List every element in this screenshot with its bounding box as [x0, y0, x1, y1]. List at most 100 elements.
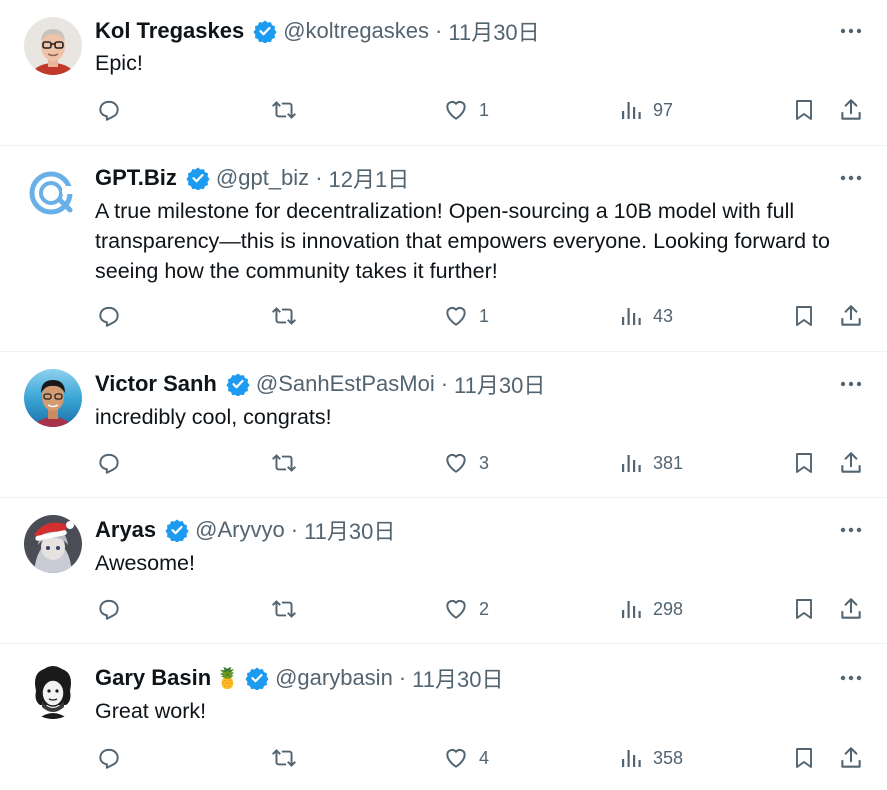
tweet-date[interactable]: 11月30日	[412, 662, 503, 694]
tweet-text: Awesome!	[95, 551, 195, 575]
tweet[interactable]: Gary Basin 🍍 @garybasin · 11月30日 Great w…	[0, 644, 887, 790]
author-name[interactable]: Kol Tregaskes	[95, 18, 244, 44]
reply-button[interactable]	[96, 745, 122, 771]
view-count: 358	[653, 747, 684, 768]
tweet-text: incredibly cool, congrats!	[95, 405, 332, 429]
avatar[interactable]	[24, 164, 82, 222]
bookmark-button[interactable]	[792, 745, 816, 771]
share-button[interactable]	[838, 97, 864, 123]
reply-icon	[99, 100, 119, 121]
reply-button[interactable]	[96, 450, 122, 476]
avatar[interactable]	[24, 369, 82, 427]
author-handle[interactable]: @gpt_biz	[216, 165, 309, 191]
separator: ·	[440, 371, 449, 396]
verified-badge-icon[interactable]	[253, 19, 277, 44]
more-options-icon[interactable]	[838, 665, 864, 691]
tweet[interactable]: Kol Tregaskes @koltregaskes · 11月30日 Epi…	[0, 0, 887, 146]
more-options-icon[interactable]	[838, 165, 864, 191]
bookmark-button[interactable]	[792, 97, 816, 123]
views-button[interactable]: 381	[619, 450, 683, 476]
separator: ·	[435, 18, 443, 43]
author-name[interactable]: Aryas	[95, 517, 156, 543]
views-button[interactable]: 358	[619, 745, 683, 771]
author-name[interactable]: GPT.Biz	[95, 165, 177, 191]
author-handle[interactable]: @SanhEstPasMoi	[256, 371, 435, 397]
tweet-date[interactable]: 12月1日	[329, 162, 410, 194]
tweet-actions: 2 298	[0, 596, 887, 626]
bookmark-button[interactable]	[792, 450, 816, 476]
views-button[interactable]: 298	[619, 596, 683, 622]
tweet-text: Epic!	[95, 51, 143, 75]
reply-button[interactable]	[96, 303, 122, 329]
like-count: 3	[479, 452, 490, 473]
tweet-date[interactable]: 11月30日	[304, 514, 395, 546]
retweet-button[interactable]	[270, 596, 298, 622]
tweet-date[interactable]: 11月30日	[454, 368, 545, 400]
author-handle[interactable]: @Aryvyo	[195, 517, 285, 543]
more-options-icon[interactable]	[838, 517, 864, 543]
views-button[interactable]: 43	[619, 303, 673, 329]
like-count: 1	[479, 305, 490, 326]
share-icon	[841, 747, 861, 768]
share-icon	[841, 305, 861, 326]
pineapple-emoji-icon: 🍍	[215, 667, 241, 690]
avatar[interactable]	[24, 661, 82, 719]
author-handle[interactable]: @garybasin	[275, 665, 393, 691]
more-options-icon[interactable]	[838, 18, 864, 44]
views-chart-icon	[622, 750, 641, 767]
retweet-button[interactable]	[270, 97, 298, 123]
separator: ·	[315, 165, 323, 190]
bookmark-icon	[796, 599, 812, 619]
reply-icon	[99, 306, 119, 327]
tweet[interactable]: GPT.Biz @gpt_biz · 12月1日 A true mileston…	[0, 146, 887, 352]
share-icon	[841, 452, 861, 473]
separator: ·	[398, 665, 407, 690]
like-button[interactable]: 1	[443, 97, 489, 123]
heart-icon	[446, 748, 466, 768]
reply-icon	[99, 748, 119, 769]
verified-badge-icon[interactable]	[165, 518, 189, 543]
reply-button[interactable]	[96, 97, 122, 123]
retweet-icon	[272, 749, 296, 767]
view-count: 97	[653, 99, 674, 120]
like-button[interactable]: 2	[443, 596, 489, 622]
reply-button[interactable]	[96, 596, 122, 622]
more-options-icon[interactable]	[838, 371, 864, 397]
tweet[interactable]: Victor Sanh @SanhEstPasMoi · 11月30日 incr…	[0, 352, 887, 498]
avatar[interactable]	[24, 515, 82, 573]
retweet-button[interactable]	[270, 745, 298, 771]
view-count: 381	[653, 452, 684, 473]
verified-badge-icon[interactable]	[186, 166, 210, 191]
view-count: 43	[653, 305, 674, 326]
retweet-icon	[272, 454, 296, 472]
tweet-header: Victor Sanh @SanhEstPasMoi · 11月30日	[95, 369, 545, 399]
share-icon	[841, 99, 861, 120]
retweet-button[interactable]	[270, 450, 298, 476]
heart-icon	[446, 306, 466, 326]
share-button[interactable]	[838, 745, 864, 771]
share-button[interactable]	[838, 303, 864, 329]
like-count: 4	[479, 747, 490, 768]
share-button[interactable]	[838, 450, 864, 476]
verified-badge-icon[interactable]	[245, 666, 269, 691]
author-name[interactable]: Victor Sanh	[95, 371, 217, 397]
bookmark-icon	[796, 100, 812, 120]
author-handle[interactable]: @koltregaskes	[283, 18, 429, 44]
author-name[interactable]: Gary Basin	[95, 665, 211, 691]
retweet-button[interactable]	[270, 303, 298, 329]
verified-badge-icon[interactable]	[226, 372, 250, 397]
avatar[interactable]	[24, 17, 82, 75]
bookmark-button[interactable]	[792, 596, 816, 622]
views-button[interactable]: 97	[619, 97, 673, 123]
share-icon	[841, 598, 861, 619]
like-button[interactable]: 4	[443, 745, 489, 771]
tweet-header: Gary Basin 🍍 @garybasin · 11月30日	[95, 663, 503, 693]
tweet[interactable]: Aryas @Aryvyo · 11月30日 Awesome! 2 298	[0, 498, 887, 644]
retweet-icon	[272, 101, 296, 119]
tweet-date[interactable]: 11月30日	[448, 15, 539, 47]
bookmark-button[interactable]	[792, 303, 816, 329]
bookmark-icon	[796, 748, 812, 768]
like-button[interactable]: 1	[443, 303, 489, 329]
like-button[interactable]: 3	[443, 450, 489, 476]
share-button[interactable]	[838, 596, 864, 622]
